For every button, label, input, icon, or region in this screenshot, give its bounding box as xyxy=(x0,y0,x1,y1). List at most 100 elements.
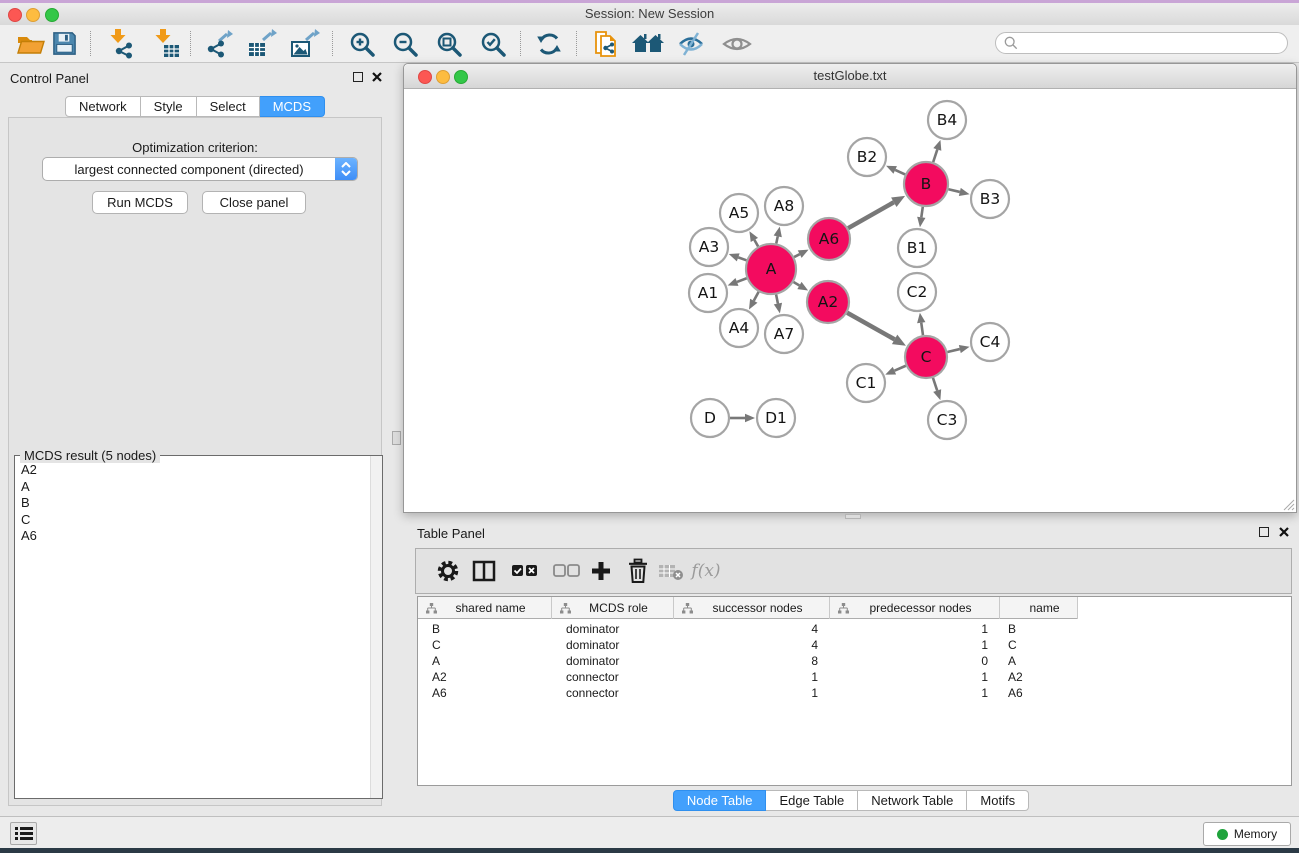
table-body: Bdominator41BCdominator41CAdominator80AA… xyxy=(418,621,1291,785)
close-panel-button[interactable]: Close panel xyxy=(202,191,306,214)
memory-button[interactable]: Memory xyxy=(1203,822,1291,846)
column-view-button[interactable] xyxy=(467,549,501,593)
edge-B-B2[interactable] xyxy=(895,170,905,175)
import-table-icon xyxy=(152,28,182,59)
tab-style[interactable]: Style xyxy=(141,96,197,117)
edge-C-C1[interactable] xyxy=(894,366,905,371)
network-canvas[interactable]: B4B2BB3A8A5A6B1A3AA1C2A2A4A7C4CC1C3DD1 xyxy=(404,89,1296,512)
add-column-button[interactable] xyxy=(584,549,618,593)
horizontal-splitter-handle[interactable] xyxy=(845,514,861,519)
refresh-view-button[interactable] xyxy=(532,28,566,59)
function-builder-button[interactable]: f(x) xyxy=(684,549,728,593)
mcds-result-group: A2ABCA6 xyxy=(14,455,383,799)
list-item[interactable]: A6 xyxy=(15,528,370,545)
save-session-button[interactable] xyxy=(47,28,81,59)
column-header-mcds-role[interactable]: MCDS role xyxy=(552,597,674,619)
close-panel-icon[interactable] xyxy=(372,72,382,82)
node-label: A3 xyxy=(699,238,719,256)
list-item[interactable]: C xyxy=(15,512,370,529)
edge-A-A8[interactable] xyxy=(776,236,777,243)
edge-A-A6[interactable] xyxy=(794,254,800,257)
edge-C-C3[interactable] xyxy=(933,378,937,391)
delete-column-button[interactable] xyxy=(621,549,655,593)
criterion-select[interactable]: largest connected component (directed) xyxy=(42,157,358,181)
column-header-shared-name[interactable]: shared name xyxy=(418,597,552,619)
tab-network[interactable]: Network xyxy=(65,96,141,117)
table-settings-button[interactable] xyxy=(431,549,465,593)
delete-table-button[interactable] xyxy=(654,549,688,593)
resize-grip-icon[interactable] xyxy=(1283,499,1295,511)
show-eye-button[interactable] xyxy=(720,28,754,59)
column-header-successor-nodes[interactable]: successor nodes xyxy=(674,597,830,619)
column-header-name[interactable]: name xyxy=(1000,597,1078,619)
zoom-out-button[interactable] xyxy=(388,28,422,59)
edge-A6-B[interactable] xyxy=(848,202,894,228)
table-tabs: Node TableEdge TableNetwork TableMotifs xyxy=(403,790,1299,811)
edge-A2-C[interactable] xyxy=(847,313,894,340)
float-table-panel-icon[interactable] xyxy=(1259,527,1269,537)
delete-table-icon xyxy=(658,561,684,581)
edge-A-A2[interactable] xyxy=(794,282,800,285)
org-chart-icon xyxy=(560,602,571,617)
node-label: C xyxy=(921,348,932,366)
tab-network-table[interactable]: Network Table xyxy=(858,790,967,811)
edge-B-B3[interactable] xyxy=(948,189,959,192)
export-network-icon xyxy=(204,29,234,59)
edge-A-A7[interactable] xyxy=(776,294,778,303)
save-floppy-icon xyxy=(51,30,78,57)
cell-predecessor-nodes: 1 xyxy=(830,685,1000,701)
app-titlebar: Session: New Session xyxy=(0,3,1299,26)
hide-panel-button[interactable] xyxy=(674,28,708,59)
run-mcds-button[interactable]: Run MCDS xyxy=(92,191,188,214)
edge-A-A4[interactable] xyxy=(754,292,759,301)
close-table-panel-icon[interactable] xyxy=(1279,527,1289,537)
list-item[interactable]: B xyxy=(15,495,370,512)
home-view-button[interactable] xyxy=(631,28,665,59)
deselect-all-button[interactable] xyxy=(550,549,584,593)
tab-motifs[interactable]: Motifs xyxy=(967,790,1029,811)
table-row[interactable]: Cdominator41C xyxy=(418,637,1291,653)
tab-edge-table[interactable]: Edge Table xyxy=(766,790,858,811)
export-table-button[interactable] xyxy=(245,28,279,59)
import-table-button[interactable] xyxy=(150,28,184,59)
edge-A-A3[interactable] xyxy=(738,257,746,260)
node-label: B1 xyxy=(907,239,928,257)
export-image-button[interactable] xyxy=(288,28,322,59)
table-toolbar: f(x) xyxy=(415,548,1292,594)
cell-name: A6 xyxy=(1000,685,1078,701)
edge-B-B1[interactable] xyxy=(921,207,922,218)
search-input[interactable] xyxy=(1022,35,1287,51)
panel-splitter-handle[interactable] xyxy=(392,431,401,445)
cell-predecessor-nodes: 1 xyxy=(830,621,1000,637)
zoom-in-button[interactable] xyxy=(345,28,379,59)
column-header-predecessor-nodes[interactable]: predecessor nodes xyxy=(830,597,1000,619)
result-scrollbar[interactable] xyxy=(370,456,382,798)
task-history-button[interactable] xyxy=(10,822,37,845)
tab-select[interactable]: Select xyxy=(197,96,260,117)
main-toolbar xyxy=(0,25,1299,63)
open-file-button[interactable] xyxy=(14,28,48,59)
search-field[interactable] xyxy=(995,32,1288,54)
import-network-button[interactable] xyxy=(105,28,139,59)
edge-arrowhead xyxy=(745,414,755,422)
edge-B-B4[interactable] xyxy=(933,149,937,162)
table-row[interactable]: A6connector11A6 xyxy=(418,685,1291,701)
network-window-titlebar[interactable]: testGlobe.txt xyxy=(404,64,1296,89)
edge-A-A5[interactable] xyxy=(754,240,758,247)
table-row[interactable]: Adominator80A xyxy=(418,653,1291,669)
tab-mcds[interactable]: MCDS xyxy=(260,96,325,117)
export-network-button[interactable] xyxy=(202,28,236,59)
tab-node-table[interactable]: Node Table xyxy=(673,790,767,811)
edge-A-A1[interactable] xyxy=(737,278,747,282)
cell-successor-nodes: 4 xyxy=(674,637,830,653)
open-session-file-button[interactable] xyxy=(589,28,623,59)
table-row[interactable]: A2connector11A2 xyxy=(418,669,1291,685)
zoom-fit-button[interactable] xyxy=(432,28,466,59)
select-all-button[interactable] xyxy=(508,549,542,593)
list-item[interactable]: A xyxy=(15,479,370,496)
edge-C-C2[interactable] xyxy=(921,323,923,336)
float-panel-icon[interactable] xyxy=(353,72,363,82)
table-row[interactable]: Bdominator41B xyxy=(418,621,1291,637)
edge-C-C4[interactable] xyxy=(947,349,959,352)
zoom-selected-button[interactable] xyxy=(476,28,510,59)
